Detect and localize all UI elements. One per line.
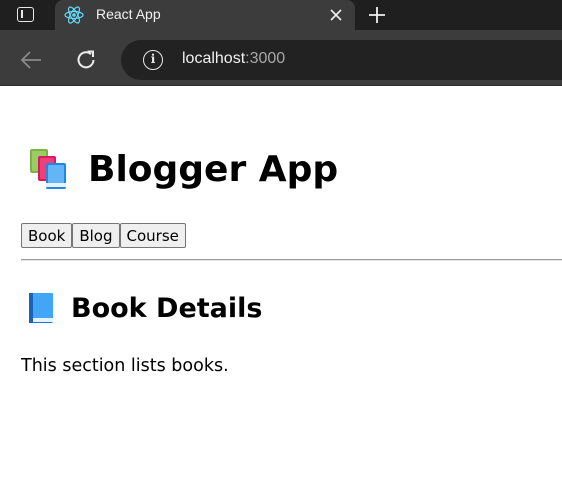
browser-tab-active[interactable]: React App (55, 0, 355, 30)
course-button[interactable]: Course (119, 223, 186, 248)
books-icon (30, 149, 66, 189)
close-icon[interactable] (329, 8, 343, 22)
back-arrow-icon[interactable] (19, 49, 43, 71)
blue-book-icon (29, 293, 53, 323)
book-button[interactable]: Book (21, 223, 73, 248)
section-title: Book Details (28, 291, 262, 325)
reload-icon[interactable] (74, 48, 98, 72)
horizontal-divider (21, 259, 562, 261)
page-content: Blogger App Book Blog Course Book Detail… (0, 87, 562, 484)
url-host: localhost (182, 50, 246, 67)
blog-button[interactable]: Blog (72, 223, 120, 248)
tab-title: React App (96, 6, 161, 22)
url-text[interactable]: localhost:3000 (182, 50, 285, 68)
browser-tab-strip: React App (0, 0, 562, 30)
section-title-text: Book Details (71, 292, 263, 324)
address-bar[interactable]: i localhost:3000 (121, 40, 562, 80)
info-icon[interactable]: i (143, 50, 163, 70)
new-tab-plus-icon[interactable] (367, 5, 387, 25)
browser-toolbar: i localhost:3000 (0, 30, 562, 86)
app-title: Blogger App (28, 147, 338, 191)
section-description: This section lists books. (21, 356, 229, 376)
url-port: :3000 (245, 50, 286, 67)
sidebar-toggle-icon[interactable] (17, 7, 34, 22)
nav-buttons: Book Blog Course (21, 223, 186, 248)
react-logo-icon (64, 6, 84, 24)
app-title-text: Blogger App (88, 148, 339, 190)
